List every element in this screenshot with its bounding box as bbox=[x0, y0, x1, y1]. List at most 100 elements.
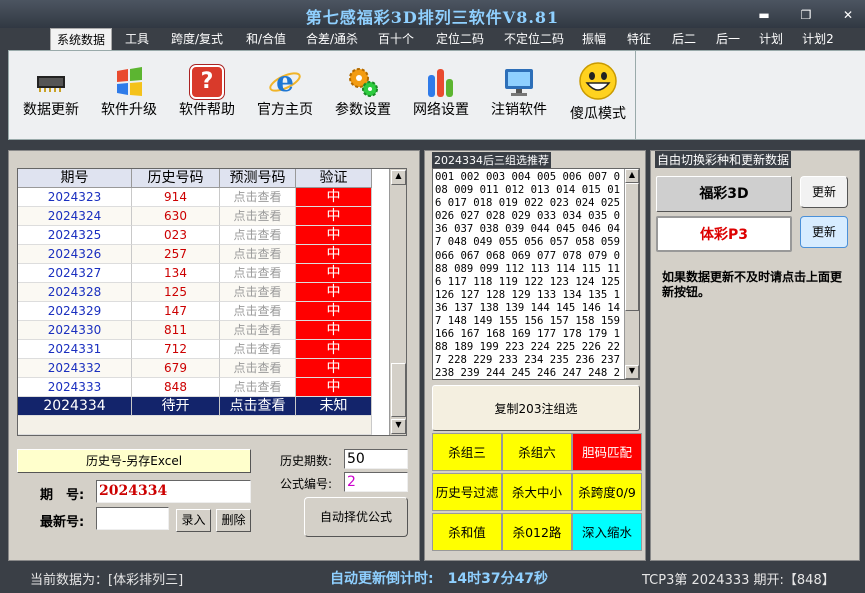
table-cell-issue: 2024332 bbox=[18, 359, 132, 378]
table-cell-pred[interactable]: 点击查看 bbox=[220, 188, 296, 207]
filter-button-7[interactable]: 杀和值 bbox=[432, 513, 502, 551]
param-settings-button[interactable]: 参数设置 bbox=[327, 51, 399, 139]
auto-formula-button[interactable]: 自动择优公式 bbox=[304, 497, 408, 537]
tab-last-one[interactable]: 后一 bbox=[708, 28, 748, 50]
table-cell-issue: 2024329 bbox=[18, 302, 132, 321]
filter-button-6[interactable]: 杀跨度0/9 bbox=[572, 473, 642, 511]
table-cell-pred[interactable]: 点击查看 bbox=[220, 359, 296, 378]
export-excel-button[interactable]: 历史号-另存Excel bbox=[17, 449, 251, 473]
network-settings-button[interactable]: 网络设置 bbox=[405, 51, 477, 139]
table-scrollbar[interactable]: ▲ ▼ bbox=[389, 169, 406, 435]
table-cell-pred[interactable]: 点击查看 bbox=[220, 245, 296, 264]
scroll-down-icon[interactable]: ▼ bbox=[391, 419, 406, 434]
formula-field[interactable]: 2 bbox=[344, 472, 408, 492]
delete-button[interactable]: 删除 bbox=[216, 509, 251, 532]
data-update-label: 数据更新 bbox=[23, 102, 79, 118]
filter-button-4[interactable]: 历史号过滤 bbox=[432, 473, 502, 511]
software-upgrade-button[interactable]: 软件升级 bbox=[93, 51, 165, 139]
table-cell-hist: 914 bbox=[132, 188, 220, 207]
list-scroll-thumb[interactable] bbox=[625, 183, 639, 311]
table-cell-pred[interactable]: 点击查看 bbox=[220, 264, 296, 283]
toolbar-empty-area bbox=[636, 50, 865, 140]
windows-icon bbox=[112, 65, 146, 99]
recommend-group-title: 2024334后三组选推荐 bbox=[432, 152, 551, 168]
tab-plan2[interactable]: 计划2 bbox=[796, 28, 840, 50]
table-cell-hist: 712 bbox=[132, 340, 220, 359]
fc3d-button[interactable]: 福彩3D bbox=[656, 176, 792, 212]
table-cell-pred[interactable]: 点击查看 bbox=[220, 378, 296, 397]
table-cell-hist: 023 bbox=[132, 226, 220, 245]
table-cell-ver: 中 bbox=[296, 207, 372, 226]
table-cell-pred[interactable]: 点击查看 bbox=[220, 397, 296, 416]
table-cell-issue: 2024324 bbox=[18, 207, 132, 226]
table-cell-hist: 125 bbox=[132, 283, 220, 302]
enter-button[interactable]: 录入 bbox=[176, 509, 211, 532]
table-cell-issue: 2024323 bbox=[18, 188, 132, 207]
col-header-predict: 预测号码 bbox=[220, 169, 296, 188]
table-cell-issue: 2024334 bbox=[18, 397, 132, 416]
update-fc3d-button[interactable]: 更新 bbox=[800, 176, 848, 208]
software-help-button[interactable]: ? 软件帮助 bbox=[171, 51, 243, 139]
close-icon[interactable]: ✕ bbox=[838, 6, 858, 24]
network-settings-label: 网络设置 bbox=[413, 102, 469, 118]
simple-mode-button[interactable]: 傻瓜模式 bbox=[561, 51, 635, 139]
table-cell-hist: 待开 bbox=[132, 397, 220, 416]
tab-amplitude[interactable]: 振幅 bbox=[576, 28, 612, 50]
maximize-icon[interactable]: ❐ bbox=[796, 6, 816, 24]
countdown-text: 自动更新倒计时: 14时37分47秒 bbox=[330, 571, 549, 587]
tab-fixed-two[interactable]: 定位二码 bbox=[428, 28, 492, 50]
minimize-icon[interactable]: ▬ bbox=[754, 6, 774, 24]
logout-label: 注销软件 bbox=[491, 102, 547, 118]
table-cell-ver: 中 bbox=[296, 321, 372, 340]
smiley-icon bbox=[578, 61, 618, 101]
table-cell-pred[interactable]: 点击查看 bbox=[220, 207, 296, 226]
table-cell-ver: 中 bbox=[296, 302, 372, 321]
scroll-thumb[interactable] bbox=[391, 363, 406, 417]
tab-span[interactable]: 跨度/复式 bbox=[162, 28, 232, 50]
tab-unfixed-two[interactable]: 不定位二码 bbox=[498, 28, 570, 50]
latest-number-field[interactable] bbox=[96, 507, 169, 530]
table-cell-pred[interactable]: 点击查看 bbox=[220, 321, 296, 340]
svg-text:e: e bbox=[276, 65, 294, 98]
filter-button-1[interactable]: 杀组三 bbox=[432, 433, 502, 471]
tab-system-data[interactable]: 系统数据 bbox=[50, 28, 112, 50]
tab-plan[interactable]: 计划 bbox=[752, 28, 790, 50]
filter-button-2[interactable]: 杀组六 bbox=[502, 433, 572, 471]
recommend-number-list[interactable]: 001 002 003 004 005 006 007 008 009 011 … bbox=[432, 168, 640, 380]
number-list-scrollbar[interactable]: ▲ ▼ bbox=[624, 169, 639, 379]
p3-button[interactable]: 体彩P3 bbox=[656, 216, 792, 252]
col-header-issue: 期号 bbox=[18, 169, 132, 188]
software-upgrade-label: 软件升级 bbox=[101, 102, 157, 118]
chip-icon bbox=[34, 65, 68, 99]
table-cell-ver: 中 bbox=[296, 226, 372, 245]
data-update-button[interactable]: 数据更新 bbox=[15, 51, 87, 139]
update-p3-button[interactable]: 更新 bbox=[800, 216, 848, 248]
last-draw-text: TCP3第 2024333 期开:【848】 bbox=[642, 573, 835, 588]
col-header-history: 历史号码 bbox=[132, 169, 220, 188]
filter-button-9[interactable]: 深入缩水 bbox=[572, 513, 642, 551]
logout-button[interactable]: 注销软件 bbox=[483, 51, 555, 139]
official-home-button[interactable]: e 官方主页 bbox=[249, 51, 321, 139]
tab-digits[interactable]: 百十个 bbox=[370, 28, 422, 50]
table-cell-pred[interactable]: 点击查看 bbox=[220, 283, 296, 302]
table-cell-pred[interactable]: 点击查看 bbox=[220, 302, 296, 321]
list-scroll-up-icon[interactable]: ▲ bbox=[625, 169, 639, 183]
tab-tools[interactable]: 工具 bbox=[118, 28, 156, 50]
copy-combination-button[interactable]: 复制203注组选 bbox=[432, 385, 640, 431]
tab-sum[interactable]: 和/合值 bbox=[236, 28, 296, 50]
issue-field[interactable]: 2024334 bbox=[96, 480, 251, 503]
filter-button-5[interactable]: 杀大中小 bbox=[502, 473, 572, 511]
filter-button-3[interactable]: 胆码匹配 bbox=[572, 433, 642, 471]
tab-last-two[interactable]: 后二 bbox=[664, 28, 704, 50]
tab-feature[interactable]: 特征 bbox=[618, 28, 660, 50]
bars-icon bbox=[424, 65, 458, 99]
table-cell-ver: 中 bbox=[296, 264, 372, 283]
tab-diff[interactable]: 合差/通杀 bbox=[300, 28, 364, 50]
list-scroll-down-icon[interactable]: ▼ bbox=[625, 365, 639, 379]
history-count-field[interactable]: 50 bbox=[344, 449, 408, 469]
table-cell-hist: 134 bbox=[132, 264, 220, 283]
table-cell-pred[interactable]: 点击查看 bbox=[220, 226, 296, 245]
scroll-up-icon[interactable]: ▲ bbox=[391, 170, 406, 185]
filter-button-8[interactable]: 杀012路 bbox=[502, 513, 572, 551]
table-cell-pred[interactable]: 点击查看 bbox=[220, 340, 296, 359]
